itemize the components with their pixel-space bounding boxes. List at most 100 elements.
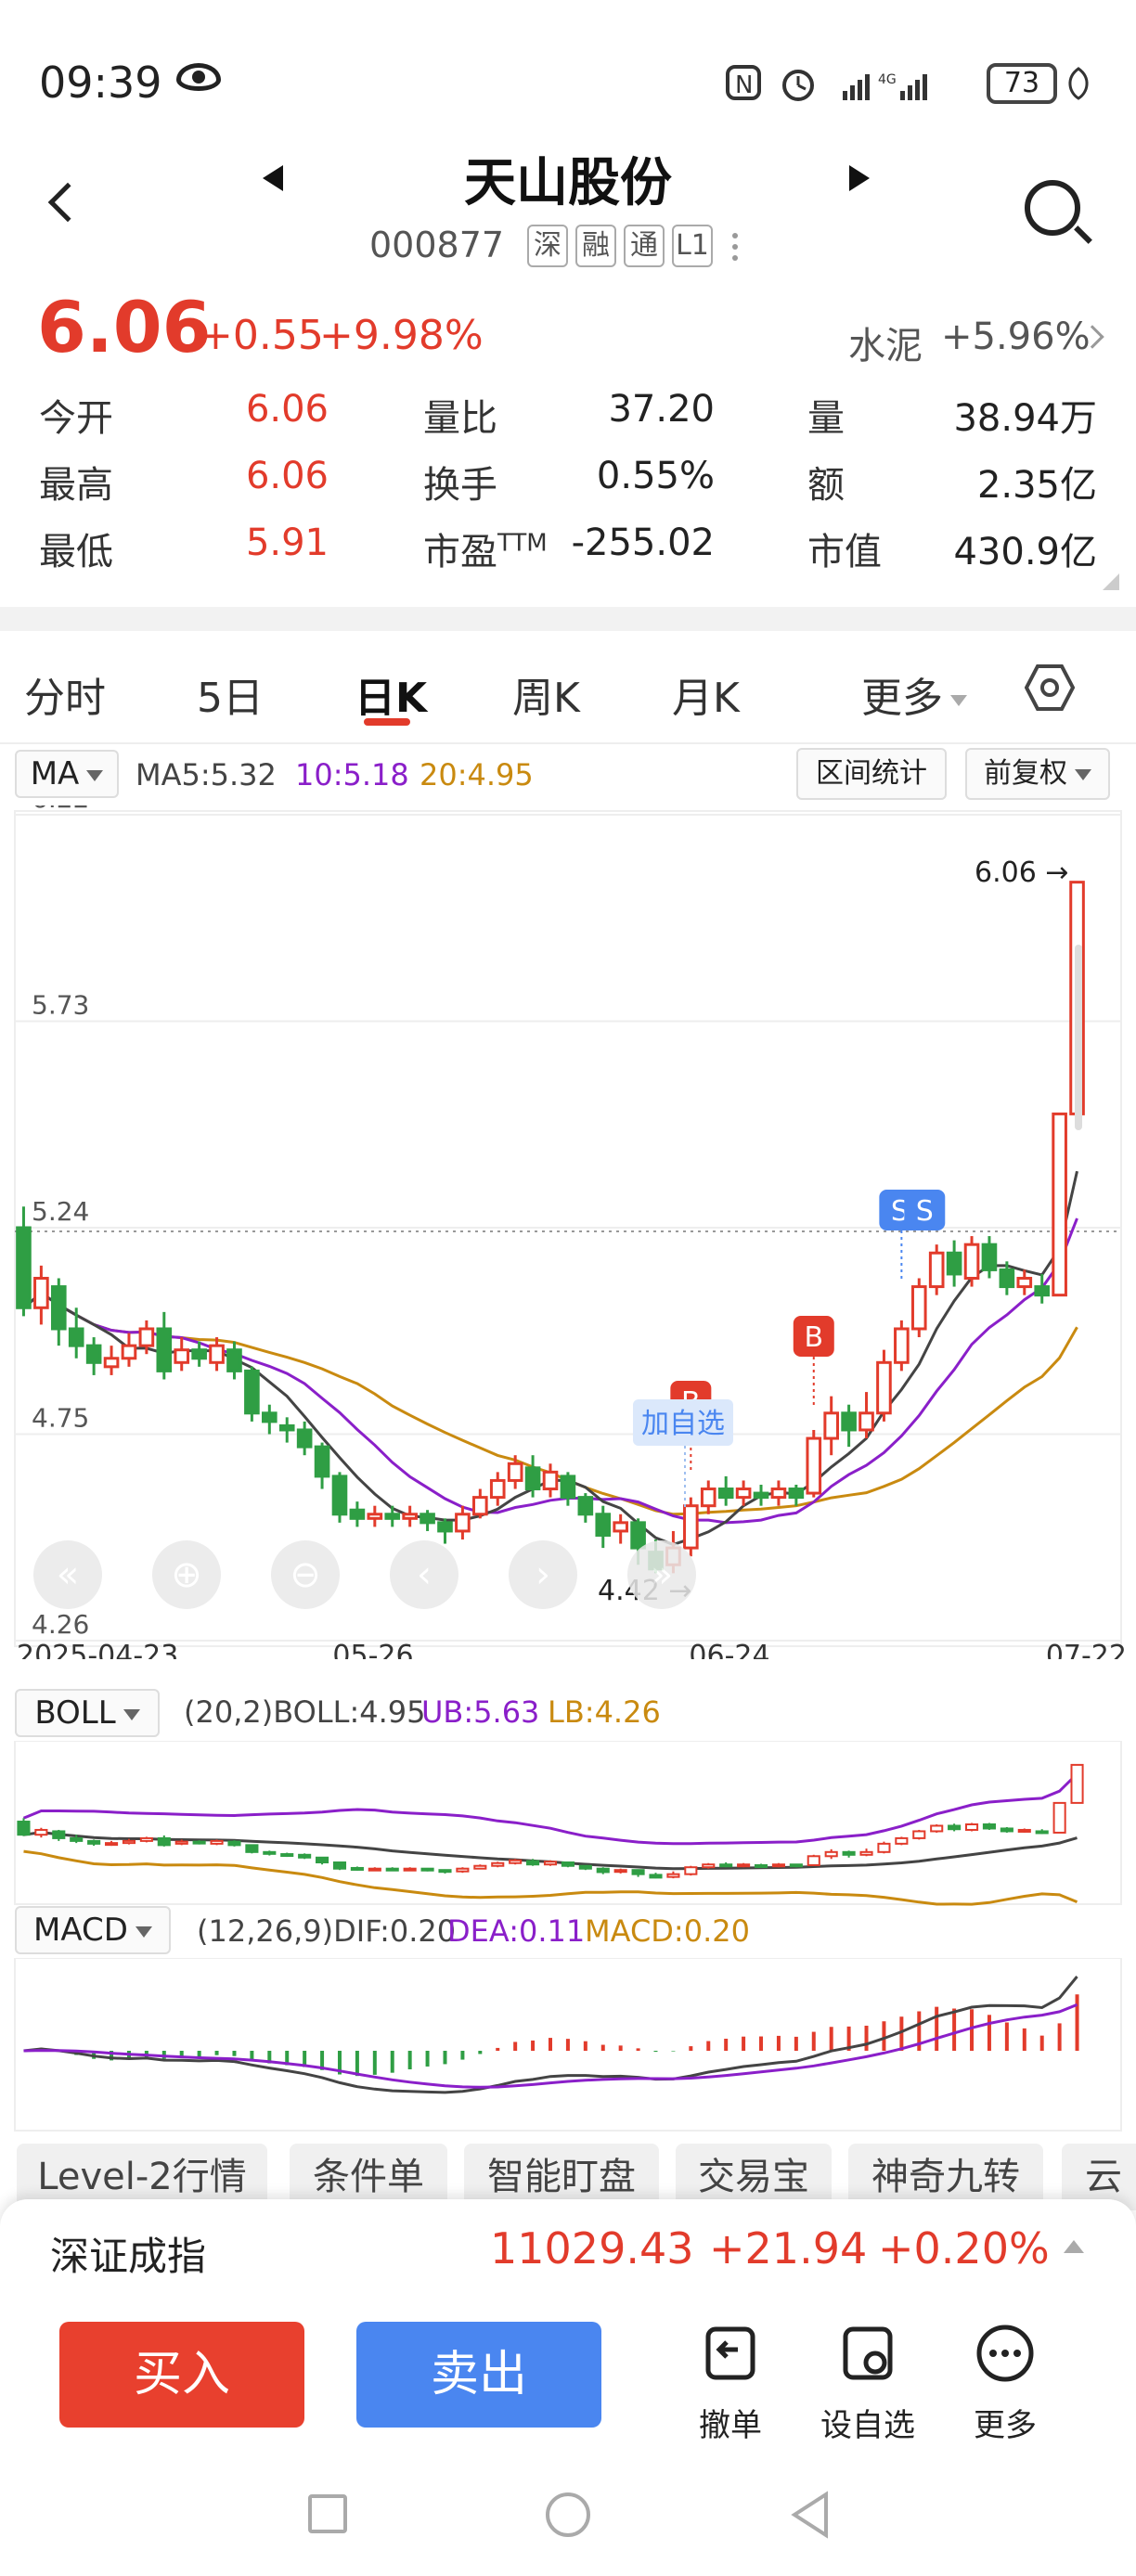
candle [244,1366,260,1422]
kline-chart[interactable]: 6.225.735.244.754.26BBSS加自选6.06 →4.42 →2… [0,805,1136,1659]
stat-label-turnover: 换手 [423,464,497,507]
boll-chart[interactable] [0,1741,1136,1908]
boll-candle-body [263,1850,277,1855]
index-name[interactable]: 深证成指 [50,2225,206,2282]
expand-corner-icon[interactable] [1101,572,1121,592]
candle-body [209,1344,225,1364]
more-button[interactable]: 更多 [954,2324,1056,2445]
candle-body [33,1276,49,1309]
boll-candle-body [561,1861,574,1867]
more-label: 更多 [974,2407,1037,2444]
candle-body [402,1513,418,1520]
indicator-select-boll[interactable]: BOLL [15,1689,160,1737]
sector-name[interactable]: 水泥 [848,316,923,369]
fast-forward-button[interactable]: » [627,1540,696,1609]
next-stock-button[interactable] [849,165,870,191]
candle-body [1034,1285,1051,1297]
tab-more-label: 更多 [861,675,943,722]
candle-body [788,1488,805,1500]
status-time: 09:39 [39,58,162,108]
candle-body [542,1470,559,1491]
search-icon[interactable] [1025,180,1080,236]
candle-body [384,1513,401,1520]
adjust-select[interactable]: 前复权 [965,748,1110,800]
sector-change[interactable]: +5.96% [941,316,1091,358]
candle-body [858,1411,874,1432]
zoom-in-button[interactable]: ⊕ [152,1540,221,1609]
tab-weekly-k[interactable]: 周K [512,664,580,724]
svg-text:N: N [735,71,753,99]
candle-body [595,1513,612,1537]
candle [420,1510,435,1531]
pan-right-button[interactable]: › [509,1540,577,1609]
caret-down-icon [1075,768,1091,780]
macd-value: MACD:0.20 [585,1913,750,1949]
boll-candle-body [280,1853,294,1858]
tab-monthly-k[interactable]: 月K [672,664,740,724]
stock-code: 000877 [369,225,505,265]
boll-frame [14,1741,1122,1905]
macd-params: (12,26,9)DIF:0.20 [197,1913,457,1949]
nav-home-button[interactable] [546,2492,590,2537]
undo-icon [705,2326,755,2380]
boll-candle-body [895,1836,909,1845]
indicator-select-ma[interactable]: MA [15,750,119,798]
battery-indicator: 73 [987,63,1057,104]
expand-up-icon[interactable] [1064,2240,1084,2253]
cancel-order-button[interactable]: 撤单 [679,2324,781,2445]
boll-candle-body [350,1866,364,1871]
x-axis-label: 06-24 [689,1640,769,1659]
boll-candle-body [122,1839,136,1845]
nfc-icon: N [726,65,761,100]
stat-label-market-cap: 市值 [807,531,882,573]
tab-5day[interactable]: 5日 [197,664,264,724]
candle [472,1488,488,1519]
candle-body [876,1360,892,1415]
fast-back-button[interactable]: « [33,1540,102,1609]
candle [1016,1269,1033,1295]
ma5-value: MA5:5.32 [136,757,277,792]
boll-candle-body [649,1874,663,1879]
nav-recents-button[interactable] [308,2494,347,2533]
candle-body [910,1285,927,1331]
candle-body [489,1478,506,1500]
stat-value-volume-ratio: 37.20 [608,388,715,431]
boll-candle-body [456,1867,470,1873]
tab-more[interactable]: 更多 [861,664,967,724]
nav-back-button[interactable] [789,2491,832,2539]
boll-candle-body [17,1821,31,1836]
buy-button[interactable]: 买入 [59,2322,304,2428]
zoom-out-button[interactable]: ⊖ [271,1540,340,1609]
set-watch-label: 设自选 [820,2407,915,2444]
settings-icon[interactable] [1025,663,1075,713]
candle [841,1404,857,1448]
boll-candle-body [807,1855,820,1866]
boll-candle-body [789,1863,803,1868]
pan-left-button[interactable]: ‹ [390,1540,458,1609]
candle [296,1421,313,1456]
set-watch-button[interactable]: 设自选 [817,2324,919,2445]
stat-value-low: 5.91 [245,522,329,564]
more-dots-icon[interactable] [729,230,741,264]
tab-daily-k[interactable]: 日K [355,664,427,724]
macd-chart[interactable] [0,1958,1136,2134]
boll-candle-body [403,1867,417,1872]
boll-candle-body [491,1861,505,1867]
candle-body [928,1251,945,1289]
double-chevron-right-icon: » [650,1553,674,1596]
boll-candle-body [1000,1827,1013,1833]
candle-body [262,1411,278,1423]
indicator-select-macd[interactable]: MACD [15,1906,171,1954]
tab-intraday[interactable]: 分时 [24,664,106,724]
zoom-in-icon: ⊕ [171,1553,202,1596]
range-stats-button[interactable]: 区间统计 [796,748,947,800]
candle [823,1396,839,1456]
buy-marker-text: B [804,1321,823,1354]
macd-dea: DEA:0.11 [447,1913,586,1949]
boll-candle-body [1052,1801,1066,1834]
chevron-left-icon: ‹ [417,1553,432,1596]
boll-candle-body [754,1863,768,1868]
candle [770,1480,787,1506]
sell-marker-text: S [916,1195,934,1228]
sell-button[interactable]: 卖出 [356,2322,601,2428]
